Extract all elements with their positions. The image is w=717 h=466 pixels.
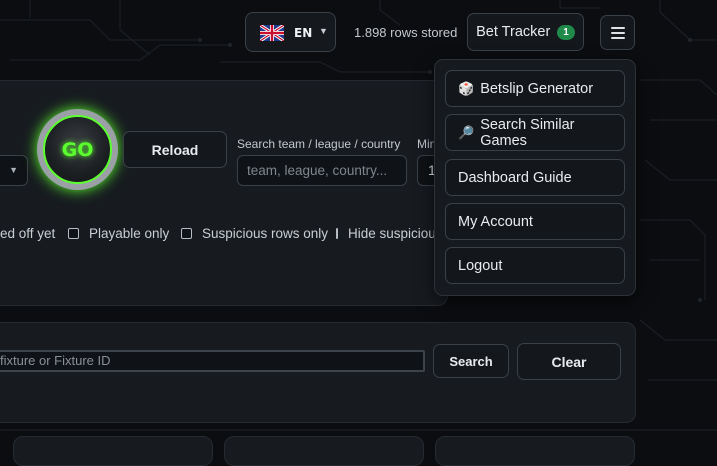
filter-label: Playable only xyxy=(89,226,170,241)
hamburger-icon xyxy=(610,26,625,39)
result-card xyxy=(435,436,635,466)
menu-item-search-similar-games[interactable]: 🔎 Search Similar Games xyxy=(445,114,625,151)
rows-stored-count: 1.898 rows stored xyxy=(354,25,458,40)
menu-item-dashboard-guide[interactable]: Dashboard Guide xyxy=(445,159,625,196)
dropdown-menu: 🎲 Betslip Generator 🔎 Search Similar Gam… xyxy=(434,59,636,296)
go-button[interactable]: GO xyxy=(37,109,118,190)
filter-select[interactable]: ▼ xyxy=(0,155,28,186)
filter-label: ed off yet xyxy=(0,226,56,241)
search-label: Search team / league / country xyxy=(237,137,401,151)
menu-toggle-button[interactable] xyxy=(600,15,635,50)
filter-playable-only[interactable]: Playable only xyxy=(68,226,169,241)
go-button-face: GO xyxy=(43,115,112,184)
go-label: GO xyxy=(61,138,94,161)
filter-not-kicked-off[interactable]: ed off yet xyxy=(0,226,55,241)
bet-tracker-label: Bet Tracker xyxy=(476,24,551,40)
checkbox[interactable] xyxy=(68,228,79,239)
menu-item-label: My Account xyxy=(458,213,533,230)
menu-item-label: Betslip Generator xyxy=(480,80,594,97)
search-button[interactable]: Search xyxy=(433,344,509,378)
menu-item-logout[interactable]: Logout xyxy=(445,247,625,284)
checkbox[interactable] xyxy=(181,228,192,239)
menu-item-label: Logout xyxy=(458,257,503,274)
filter-suspicious-only[interactable]: Suspicious rows only xyxy=(181,226,328,241)
result-card xyxy=(224,436,424,466)
menu-item-label: Search Similar Games xyxy=(480,116,575,149)
checkbox[interactable] xyxy=(336,228,338,239)
language-selector[interactable]: EN ▼ xyxy=(245,12,336,52)
dice-icon: 🎲 xyxy=(458,80,475,96)
bet-tracker-button[interactable]: Bet Tracker 1 xyxy=(467,13,584,51)
chevron-down-icon: ▼ xyxy=(319,26,328,36)
language-code: EN xyxy=(294,26,313,40)
menu-item-label: Dashboard Guide xyxy=(458,169,572,186)
uk-flag-icon xyxy=(260,25,284,41)
magnifier-icon: 🔎 xyxy=(458,124,475,140)
filter-label: Suspicious rows only xyxy=(202,226,329,241)
menu-item-betslip-generator[interactable]: 🎲 Betslip Generator xyxy=(445,70,625,107)
search-input[interactable] xyxy=(237,155,407,186)
fixture-search-input[interactable]: fixture or Fixture ID xyxy=(0,350,425,372)
menu-item-my-account[interactable]: My Account xyxy=(445,203,625,240)
result-card xyxy=(13,436,213,466)
filter-label: Hide suspicious xyxy=(348,226,434,241)
filter-hide-suspicious[interactable]: Hide suspicious xyxy=(336,226,434,241)
reload-button[interactable]: Reload xyxy=(123,131,227,168)
clear-button[interactable]: Clear xyxy=(517,343,621,380)
chevron-down-icon: ▼ xyxy=(9,165,18,175)
bet-tracker-count-badge: 1 xyxy=(557,24,575,40)
